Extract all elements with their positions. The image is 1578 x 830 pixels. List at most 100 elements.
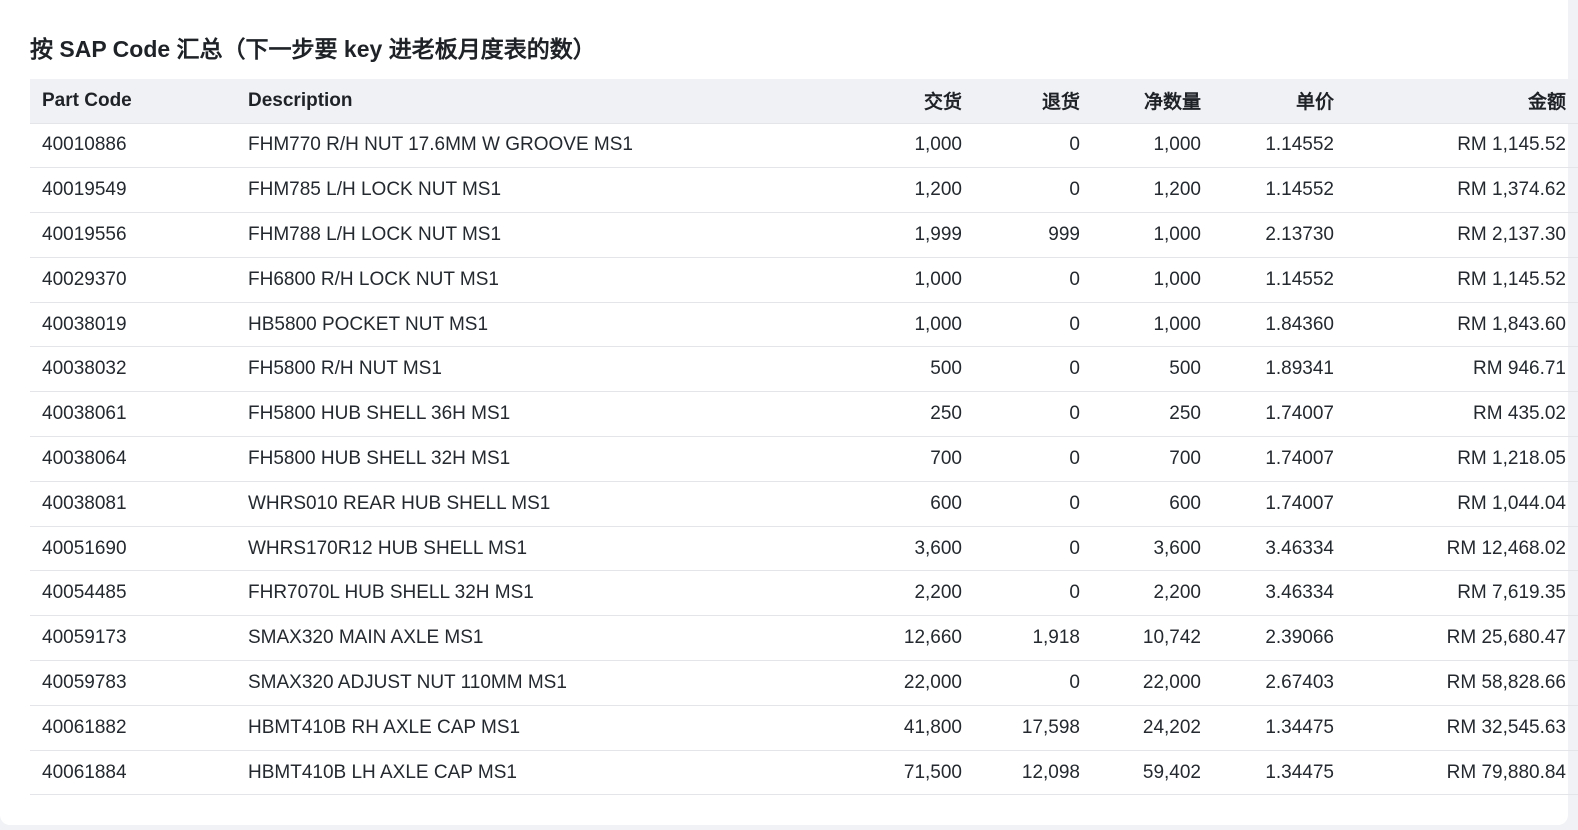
unit-price-cell: 1.34475 bbox=[1213, 705, 1346, 751]
table-row: 40019549 FHM785 L/H LOCK NUT MS1 1,200 0 1,2… bbox=[30, 167, 1578, 214]
column-header-returned: 退货 bbox=[974, 79, 1092, 124]
delivered-cell: 500 bbox=[816, 346, 974, 393]
description-cell: FH5800 HUB SHELL 36H MS1 bbox=[236, 391, 816, 438]
table-row: 40038061 FH5800 HUB SHELL 36H MS1 250 0 250 1… bbox=[30, 391, 1578, 438]
net-qty-cell: 10,742 bbox=[1092, 615, 1213, 662]
part-code-cell: 40061882 bbox=[30, 705, 236, 751]
column-header-unit-price: 单价 bbox=[1213, 79, 1346, 124]
description-cell: FHM770 R/H NUT 17.6MM W GROOVE MS1 bbox=[236, 123, 816, 169]
part-code-cell: 40019556 bbox=[30, 212, 236, 258]
delivered-cell: 2,200 bbox=[816, 570, 974, 617]
amount-cell: RM 58,828.66 bbox=[1346, 660, 1578, 706]
amount-cell: RM 1,145.52 bbox=[1346, 123, 1578, 169]
part-code-cell: 40010886 bbox=[30, 123, 236, 169]
unit-price-cell: 1.89341 bbox=[1213, 346, 1346, 393]
part-code-cell: 40054485 bbox=[30, 570, 236, 617]
returned-cell: 0 bbox=[974, 302, 1092, 348]
part-code-cell: 40029370 bbox=[30, 257, 236, 303]
amount-cell: RM 1,218.05 bbox=[1346, 436, 1578, 482]
amount-cell: RM 1,044.04 bbox=[1346, 481, 1578, 527]
amount-cell: RM 25,680.47 bbox=[1346, 615, 1578, 662]
part-code-cell: 40038032 bbox=[30, 346, 236, 393]
amount-cell: RM 79,880.84 bbox=[1346, 750, 1578, 796]
column-header-amount: 金额 bbox=[1346, 79, 1578, 124]
column-header-part-code: Part Code bbox=[30, 79, 236, 124]
returned-cell: 0 bbox=[974, 123, 1092, 169]
table-header: Part Code Description 交货 退货 净数量 单价 金额 bbox=[30, 79, 1578, 124]
amount-cell: RM 946.71 bbox=[1346, 346, 1578, 393]
returned-cell: 0 bbox=[974, 436, 1092, 482]
page-title: 按 SAP Code 汇总（下一步要 key 进老板月度表的数） bbox=[30, 36, 596, 62]
net-qty-cell: 500 bbox=[1092, 346, 1213, 393]
net-qty-cell: 700 bbox=[1092, 436, 1213, 482]
table-row: 40010886 FHM770 R/H NUT 17.6MM W GROOVE M… bbox=[30, 123, 1578, 169]
net-qty-cell: 1,000 bbox=[1092, 257, 1213, 303]
part-code-cell: 40019549 bbox=[30, 167, 236, 214]
delivered-cell: 12,660 bbox=[816, 615, 974, 662]
delivered-cell: 1,200 bbox=[816, 167, 974, 214]
table-row: 40019556 FHM788 L/H LOCK NUT MS1 1,999 999 1… bbox=[30, 212, 1578, 258]
delivered-cell: 1,000 bbox=[816, 302, 974, 348]
description-cell: HBMT410B LH AXLE CAP MS1 bbox=[236, 750, 816, 796]
amount-cell: RM 435.02 bbox=[1346, 391, 1578, 438]
description-cell: FH5800 R/H NUT MS1 bbox=[236, 346, 816, 393]
part-code-cell: 40059783 bbox=[30, 660, 236, 706]
description-cell: FH6800 R/H LOCK NUT MS1 bbox=[236, 257, 816, 303]
part-code-cell: 40038081 bbox=[30, 481, 236, 527]
amount-cell: RM 7,619.35 bbox=[1346, 570, 1578, 617]
returned-cell: 1,918 bbox=[974, 615, 1092, 662]
description-cell: FHM785 L/H LOCK NUT MS1 bbox=[236, 167, 816, 214]
table-body: 40010886 FHM770 R/H NUT 17.6MM W GROOVE M… bbox=[30, 123, 1578, 796]
table-row: 40051690 WHRS170R12 HUB SHELL MS1 3,600 0 3,… bbox=[30, 526, 1578, 572]
unit-price-cell: 1.74007 bbox=[1213, 436, 1346, 482]
table-header-row: Part Code Description 交货 退货 净数量 单价 金额 bbox=[30, 79, 1578, 124]
part-code-cell: 40038061 bbox=[30, 391, 236, 438]
net-qty-cell: 1,000 bbox=[1092, 123, 1213, 169]
amount-cell: RM 32,545.63 bbox=[1346, 705, 1578, 751]
summary-table: Part Code Description 交货 退货 净数量 单价 金额 40… bbox=[30, 79, 1578, 796]
description-cell: FHR7070L HUB SHELL 32H MS1 bbox=[236, 570, 816, 617]
description-cell: WHRS170R12 HUB SHELL MS1 bbox=[236, 526, 816, 572]
unit-price-cell: 1.84360 bbox=[1213, 302, 1346, 348]
table-row: 40054485 FHR7070L HUB SHELL 32H MS1 2,200 0… bbox=[30, 570, 1578, 617]
table-row: 40059173 SMAX320 MAIN AXLE MS1 12,660 1,918… bbox=[30, 615, 1578, 662]
unit-price-cell: 1.14552 bbox=[1213, 167, 1346, 214]
amount-cell: RM 1,843.60 bbox=[1346, 302, 1578, 348]
part-code-cell: 40061884 bbox=[30, 750, 236, 796]
amount-cell: RM 1,145.52 bbox=[1346, 257, 1578, 303]
table-row: 40038032 FH5800 R/H NUT MS1 500 0 500 1.89341… bbox=[30, 346, 1578, 393]
delivered-cell: 1,999 bbox=[816, 212, 974, 258]
returned-cell: 0 bbox=[974, 570, 1092, 617]
delivered-cell: 250 bbox=[816, 391, 974, 438]
table-row: 40059783 SMAX320 ADJUST NUT 110MM MS1 22,0… bbox=[30, 660, 1578, 706]
description-cell: WHRS010 REAR HUB SHELL MS1 bbox=[236, 481, 816, 527]
net-qty-cell: 600 bbox=[1092, 481, 1213, 527]
net-qty-cell: 24,202 bbox=[1092, 705, 1213, 751]
unit-price-cell: 1.14552 bbox=[1213, 123, 1346, 169]
delivered-cell: 1,000 bbox=[816, 123, 974, 169]
summary-card: 按 SAP Code 汇总（下一步要 key 进老板月度表的数） Part Co… bbox=[0, 0, 1578, 825]
returned-cell: 0 bbox=[974, 346, 1092, 393]
net-qty-cell: 2,200 bbox=[1092, 570, 1213, 617]
description-cell: FH5800 HUB SHELL 32H MS1 bbox=[236, 436, 816, 482]
amount-cell: RM 12,468.02 bbox=[1346, 526, 1578, 572]
unit-price-cell: 1.14552 bbox=[1213, 257, 1346, 303]
returned-cell: 999 bbox=[974, 212, 1092, 258]
delivered-cell: 600 bbox=[816, 481, 974, 527]
table-row: 40038081 WHRS010 REAR HUB SHELL MS1 600 0 60… bbox=[30, 481, 1578, 527]
part-code-cell: 40038019 bbox=[30, 302, 236, 348]
net-qty-cell: 1,200 bbox=[1092, 167, 1213, 214]
net-qty-cell: 3,600 bbox=[1092, 526, 1213, 572]
delivered-cell: 3,600 bbox=[816, 526, 974, 572]
delivered-cell: 700 bbox=[816, 436, 974, 482]
delivered-cell: 1,000 bbox=[816, 257, 974, 303]
description-cell: SMAX320 MAIN AXLE MS1 bbox=[236, 615, 816, 662]
unit-price-cell: 2.13730 bbox=[1213, 212, 1346, 258]
column-header-description: Description bbox=[236, 79, 816, 124]
part-code-cell: 40038064 bbox=[30, 436, 236, 482]
returned-cell: 0 bbox=[974, 167, 1092, 214]
delivered-cell: 71,500 bbox=[816, 750, 974, 796]
net-qty-cell: 59,402 bbox=[1092, 750, 1213, 796]
delivered-cell: 22,000 bbox=[816, 660, 974, 706]
unit-price-cell: 1.74007 bbox=[1213, 391, 1346, 438]
